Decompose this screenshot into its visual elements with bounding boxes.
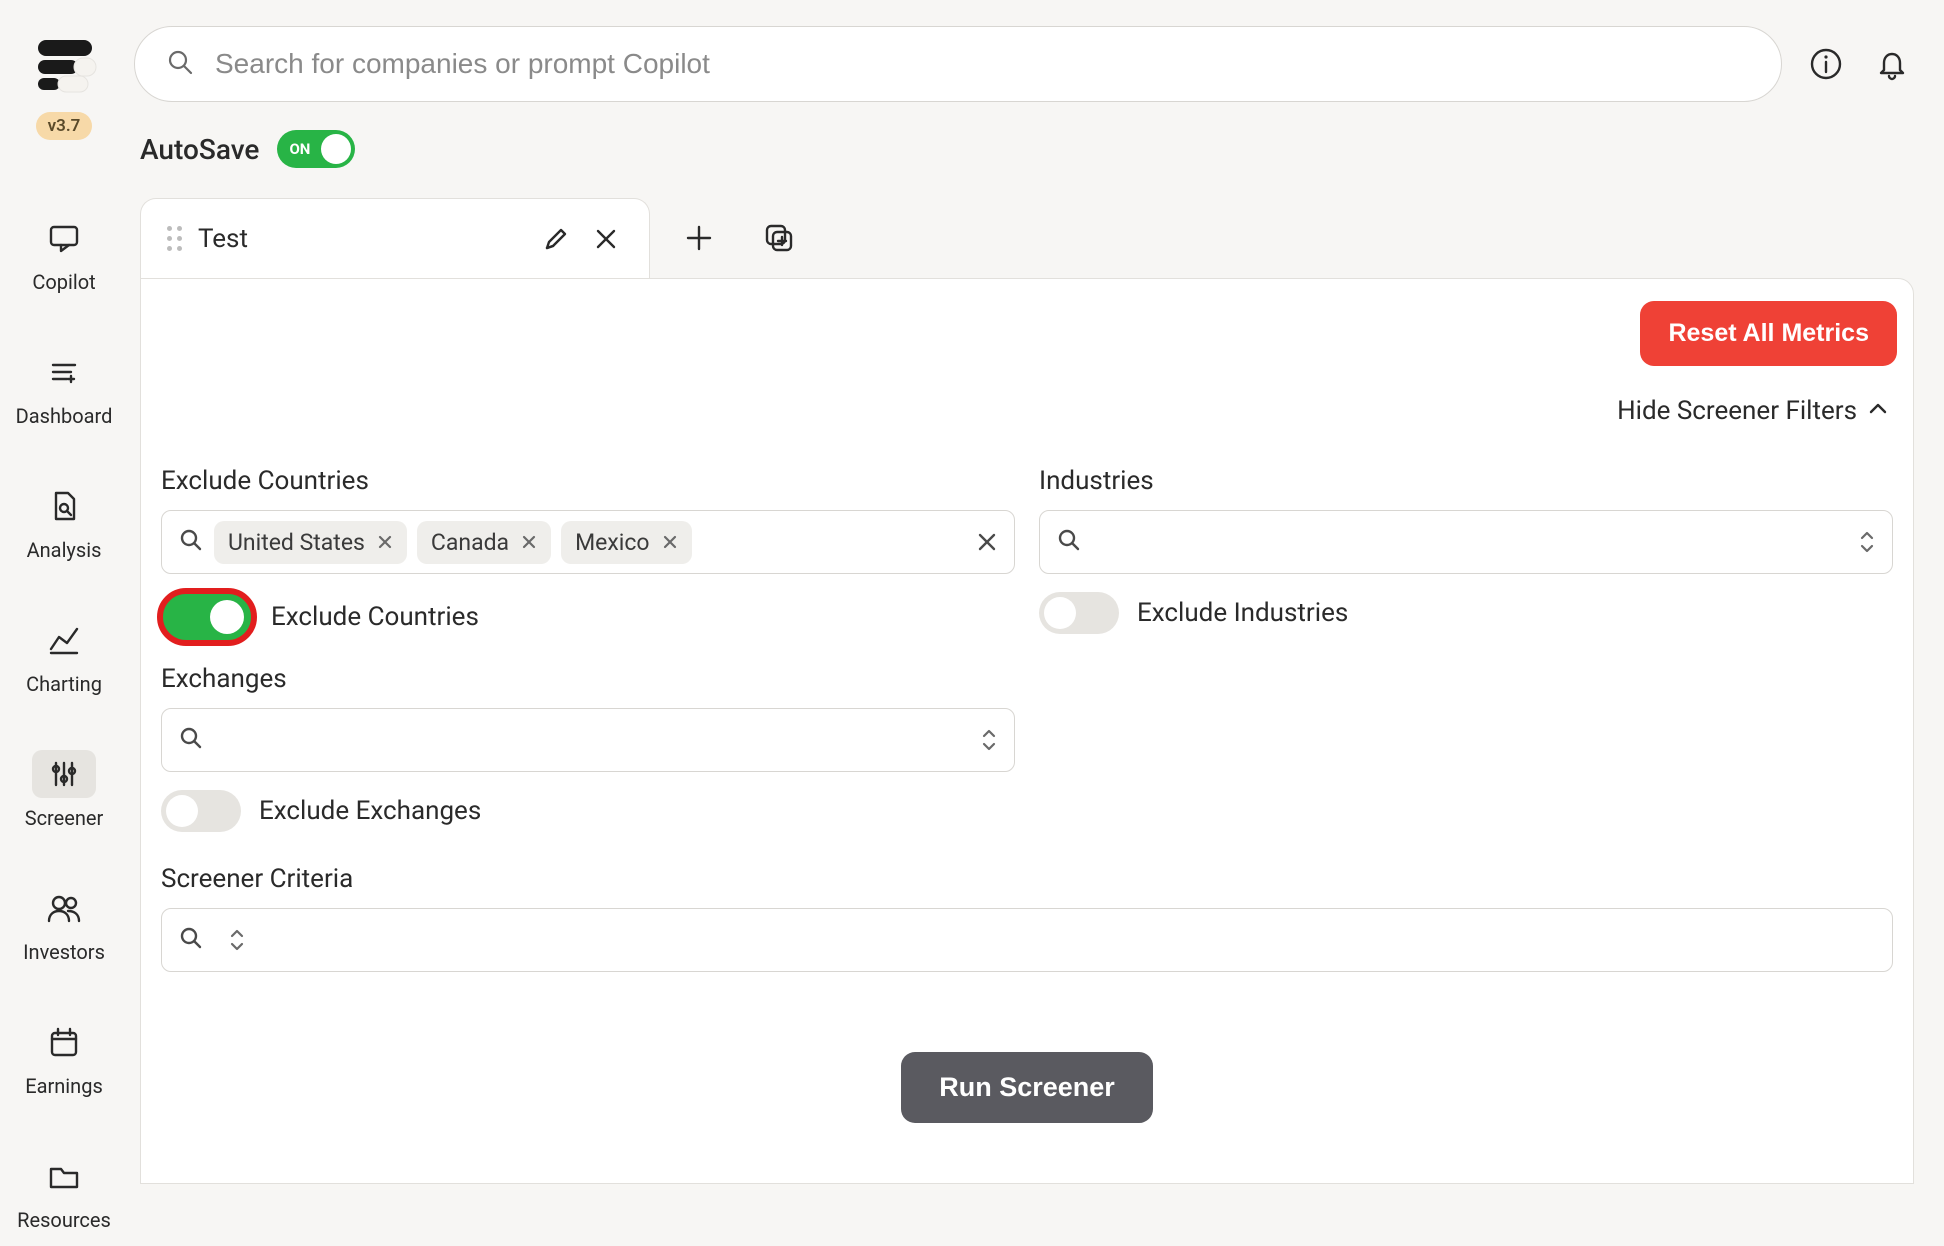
sidebar-item-label: Resources (17, 1208, 111, 1232)
search-icon (178, 725, 204, 755)
hide-filters-label: Hide Screener Filters (1617, 396, 1857, 426)
industries-filter: Industries Exclude (1039, 466, 1893, 642)
countries-input[interactable]: United States Canada Mexico (161, 510, 1015, 574)
sliders-icon (32, 750, 96, 798)
chevron-up-icon (1867, 398, 1889, 424)
users-icon (32, 884, 96, 932)
exchanges-input[interactable] (161, 708, 1015, 772)
chip-label: United States (228, 529, 365, 556)
industries-input[interactable] (1039, 510, 1893, 574)
screener-panel: Reset All Metrics Hide Screener Filters … (140, 278, 1914, 1184)
folder-icon (32, 1152, 96, 1200)
exchanges-filter: Exchanges Exclude E (161, 664, 1015, 832)
sidebar-item-label: Investors (23, 940, 105, 964)
search-icon (165, 47, 195, 81)
exclude-industries-toggle-label: Exclude Industries (1137, 598, 1348, 628)
info-button[interactable] (1804, 42, 1848, 86)
industries-label: Industries (1039, 466, 1893, 496)
rename-tab-button[interactable] (539, 222, 573, 256)
country-chip: United States (214, 521, 407, 564)
tabs-row: Test (134, 198, 1914, 278)
countries-filter: Exclude Countries United States Canada (161, 466, 1015, 642)
app-logo (28, 28, 100, 100)
sidebar-item-label: Dashboard (16, 404, 113, 428)
add-tab-button[interactable] (678, 217, 720, 259)
screener-tab[interactable]: Test (140, 198, 650, 278)
criteria-label: Screener Criteria (161, 864, 1893, 894)
exclude-exchanges-toggle-label: Exclude Exchanges (259, 796, 481, 826)
drag-handle-icon[interactable] (167, 226, 182, 251)
sidebar-item-copilot[interactable]: Copilot (0, 200, 128, 308)
sidebar-item-label: Analysis (27, 538, 102, 562)
toggle-knob (1044, 597, 1076, 629)
autosave-row: AutoSave ON (134, 130, 1914, 168)
chip-label: Canada (431, 529, 509, 556)
toggle-knob (321, 134, 351, 164)
search-icon (178, 527, 204, 557)
exchanges-label: Exchanges (161, 664, 1015, 694)
hide-filters-toggle[interactable]: Hide Screener Filters (157, 396, 1897, 426)
file-search-icon (32, 482, 96, 530)
sidebar-item-label: Earnings (25, 1074, 103, 1098)
search-input[interactable] (215, 48, 1751, 80)
toggle-knob (166, 795, 198, 827)
sidebar-item-screener[interactable]: Screener (0, 736, 128, 844)
close-tab-button[interactable] (589, 222, 623, 256)
sidebar-item-analysis[interactable]: Analysis (0, 468, 128, 576)
clear-countries-button[interactable] (976, 531, 998, 553)
toggle-knob (210, 600, 244, 634)
autosave-state: ON (289, 140, 310, 158)
remove-chip-button[interactable] (662, 534, 678, 550)
screener-criteria-block: Screener Criteria (157, 864, 1897, 972)
search-icon (1056, 527, 1082, 557)
chat-icon (32, 214, 96, 262)
autosave-label: AutoSave (140, 133, 259, 166)
chevrons-up-down-icon[interactable] (228, 927, 246, 953)
sidebar-item-dashboard[interactable]: Dashboard (0, 334, 128, 442)
sidebar-item-earnings[interactable]: Earnings (0, 1004, 128, 1112)
sidebar-item-charting[interactable]: Charting (0, 602, 128, 710)
country-chip: Canada (417, 521, 551, 564)
calendar-icon (32, 1018, 96, 1066)
chevrons-up-down-icon[interactable] (1858, 529, 1876, 555)
exclude-exchanges-toggle[interactable] (161, 790, 241, 832)
exclude-countries-toggle-label: Exclude Countries (271, 602, 479, 632)
chart-line-icon (32, 616, 96, 664)
duplicate-tab-button[interactable] (758, 217, 800, 259)
top-row (134, 26, 1914, 102)
remove-chip-button[interactable] (521, 534, 537, 550)
exclude-industries-toggle[interactable] (1039, 592, 1119, 634)
autosave-toggle[interactable]: ON (277, 130, 355, 168)
search-icon (178, 925, 204, 955)
remove-chip-button[interactable] (377, 534, 393, 550)
global-search[interactable] (134, 26, 1782, 102)
country-chip: Mexico (561, 521, 691, 564)
chevrons-up-down-icon[interactable] (980, 727, 998, 753)
sidebar: v3.7 Copilot Dashboard Analysis Charting (0, 0, 128, 1184)
run-screener-button[interactable]: Run Screener (901, 1052, 1153, 1123)
sidebar-item-label: Screener (25, 806, 104, 830)
criteria-input[interactable] (161, 908, 1893, 972)
version-badge: v3.7 (36, 112, 93, 140)
exclude-countries-toggle[interactable] (161, 592, 253, 642)
list-icon (32, 348, 96, 396)
chip-label: Mexico (575, 529, 649, 556)
sidebar-item-label: Copilot (32, 270, 95, 294)
countries-label: Exclude Countries (161, 466, 1015, 496)
sidebar-item-investors[interactable]: Investors (0, 870, 128, 978)
reset-all-metrics-button[interactable]: Reset All Metrics (1640, 301, 1897, 366)
sidebar-item-label: Charting (26, 672, 102, 696)
tab-title: Test (198, 224, 523, 254)
notifications-button[interactable] (1870, 42, 1914, 86)
main-area: AutoSave ON Test (128, 0, 1944, 1184)
sidebar-item-resources[interactable]: Resources (0, 1138, 128, 1246)
